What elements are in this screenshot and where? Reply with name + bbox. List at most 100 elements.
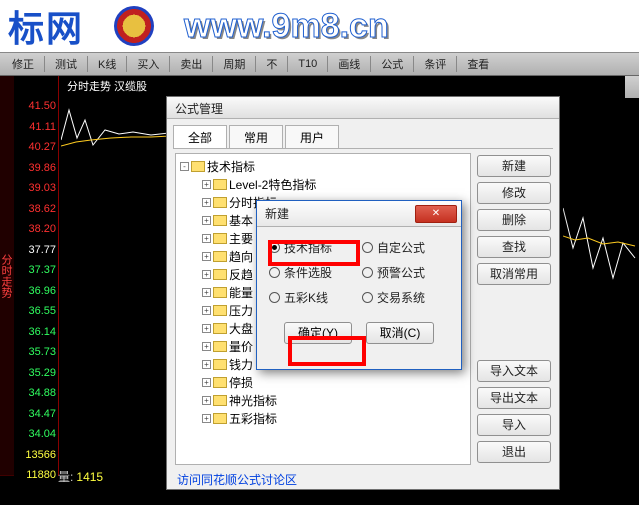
expand-icon[interactable]: + bbox=[202, 342, 211, 351]
toolbar-item[interactable]: K线 bbox=[92, 54, 122, 74]
expand-icon[interactable]: + bbox=[202, 288, 211, 297]
folder-icon bbox=[213, 197, 227, 208]
folder-icon bbox=[213, 269, 227, 280]
tree-item-label[interactable]: 趋向 bbox=[229, 248, 253, 265]
price-value: 41.11 bbox=[14, 117, 58, 138]
tab[interactable]: 常用 bbox=[229, 125, 283, 148]
expand-icon[interactable]: + bbox=[202, 180, 211, 189]
right-sparkline bbox=[563, 188, 639, 308]
collapse-icon[interactable]: - bbox=[180, 162, 189, 171]
expand-icon[interactable]: + bbox=[202, 198, 211, 207]
status-bar: 量: 1415 bbox=[58, 468, 103, 485]
folder-icon bbox=[213, 215, 227, 226]
expand-icon[interactable]: + bbox=[202, 216, 211, 225]
close-button[interactable]: ✕ bbox=[415, 205, 457, 223]
toolbar-item[interactable]: 查看 bbox=[461, 54, 495, 74]
tree-item-label[interactable]: 能量 bbox=[229, 284, 253, 301]
mgr-button[interactable]: 导入 bbox=[477, 414, 551, 436]
left-tabs: 分时走势技术分析公司资讯自选报价综合排名更多… bbox=[0, 76, 14, 476]
expand-icon[interactable]: + bbox=[202, 414, 211, 423]
tree-item-label[interactable]: 压力 bbox=[229, 302, 253, 319]
expand-icon[interactable]: + bbox=[202, 306, 211, 315]
forum-link[interactable]: 访问同花顺公式讨论区 bbox=[177, 473, 297, 487]
folder-icon bbox=[213, 179, 227, 190]
tree-item-label[interactable]: 神光指标 bbox=[229, 392, 277, 409]
toolbar-item[interactable]: 买入 bbox=[131, 54, 165, 74]
mgr-button[interactable]: 退出 bbox=[477, 441, 551, 463]
mgr-button[interactable]: 导入文本 bbox=[477, 360, 551, 382]
price-value: 35.73 bbox=[14, 342, 58, 363]
price-value: 37.77 bbox=[14, 240, 58, 261]
price-value: 36.96 bbox=[14, 281, 58, 302]
price-value: 36.14 bbox=[14, 322, 58, 343]
expand-icon[interactable]: + bbox=[202, 270, 211, 279]
radio-option[interactable]: 交易系统 bbox=[362, 289, 449, 306]
price-value: 37.37 bbox=[14, 260, 58, 281]
tree-item-label[interactable]: 大盘 bbox=[229, 320, 253, 337]
tree-item-label[interactable]: 反趋 bbox=[229, 266, 253, 283]
toolbar-item[interactable]: T10 bbox=[292, 56, 323, 72]
radio-grid: 技术指标 自定公式条件选股 预警公式五彩K线 交易系统 bbox=[257, 227, 461, 314]
tree-item-label[interactable]: 量价 bbox=[229, 338, 253, 355]
radio-option[interactable]: 条件选股 bbox=[269, 264, 356, 281]
folder-icon bbox=[213, 323, 227, 334]
mgr-button[interactable]: 删除 bbox=[477, 209, 551, 231]
toolbar-item[interactable]: 卖出 bbox=[174, 54, 208, 74]
cancel-button[interactable]: 取消(C) bbox=[366, 322, 434, 344]
expand-icon[interactable]: + bbox=[202, 324, 211, 333]
toolbar-item[interactable]: 公式 bbox=[375, 54, 409, 74]
status-value: 1415 bbox=[76, 470, 103, 484]
left-tab[interactable]: 分时走势 bbox=[0, 76, 14, 476]
radio-icon bbox=[362, 267, 373, 278]
tree-item-label[interactable]: Level-2特色指标 bbox=[229, 176, 316, 193]
expand-icon[interactable]: + bbox=[202, 234, 211, 243]
header-url[interactable]: www.9m8.cn bbox=[184, 7, 389, 46]
toolbar-item[interactable]: 测试 bbox=[49, 54, 83, 74]
tree-item-label[interactable]: 五彩指标 bbox=[229, 410, 277, 427]
expand-icon[interactable]: + bbox=[202, 252, 211, 261]
radio-option[interactable]: 自定公式 bbox=[362, 239, 449, 256]
radio-label: 技术指标 bbox=[284, 239, 332, 256]
toolbar-item[interactable]: 条评 bbox=[418, 54, 452, 74]
radio-icon bbox=[269, 267, 280, 278]
radio-label: 预警公式 bbox=[377, 264, 425, 281]
toolbar-item[interactable]: 画线 bbox=[332, 54, 366, 74]
radio-label: 交易系统 bbox=[377, 289, 425, 306]
radio-label: 条件选股 bbox=[284, 264, 332, 281]
expand-icon[interactable]: + bbox=[202, 396, 211, 405]
toolbar-item[interactable]: 周期 bbox=[217, 54, 251, 74]
mgr-button[interactable]: 取消常用 bbox=[477, 263, 551, 285]
tree-item-label[interactable]: 钱力 bbox=[229, 356, 253, 373]
brand-icon bbox=[114, 6, 154, 46]
radio-option[interactable]: 技术指标 bbox=[269, 239, 356, 256]
price-value: 35.29 bbox=[14, 363, 58, 384]
mgr-button[interactable]: 修改 bbox=[477, 182, 551, 204]
toolbar-item[interactable]: 修正 bbox=[6, 54, 40, 74]
price-value: 41.50 bbox=[14, 96, 58, 117]
mgr-button[interactable]: 查找 bbox=[477, 236, 551, 258]
tree-item-label[interactable]: 主要 bbox=[229, 230, 253, 247]
tree-item-label[interactable]: 基本 bbox=[229, 212, 253, 229]
toolbar-item[interactable]: 不 bbox=[260, 54, 283, 74]
ok-button[interactable]: 确定(Y) bbox=[284, 322, 352, 344]
expand-icon[interactable]: + bbox=[202, 378, 211, 387]
folder-icon bbox=[191, 161, 205, 172]
new-dialog-title: 新建 bbox=[265, 205, 415, 222]
radio-option[interactable]: 五彩K线 bbox=[269, 289, 356, 306]
price-value: 13566 bbox=[14, 445, 58, 466]
folder-icon bbox=[213, 377, 227, 388]
radio-option[interactable]: 预警公式 bbox=[362, 264, 449, 281]
price-value: 36.55 bbox=[14, 301, 58, 322]
price-value: 38.62 bbox=[14, 199, 58, 220]
tab[interactable]: 全部 bbox=[173, 125, 227, 148]
sparkline bbox=[61, 100, 171, 170]
mgr-button[interactable]: 导出文本 bbox=[477, 387, 551, 409]
mgr-button[interactable]: 新建 bbox=[477, 155, 551, 177]
expand-icon[interactable]: + bbox=[202, 360, 211, 369]
tab[interactable]: 用户 bbox=[285, 125, 339, 148]
folder-icon bbox=[213, 413, 227, 424]
dialog-title: 公式管理 bbox=[167, 97, 559, 119]
tree-item-label[interactable]: 停损 bbox=[229, 374, 253, 391]
folder-icon bbox=[213, 287, 227, 298]
tree-root-label[interactable]: 技术指标 bbox=[207, 158, 255, 175]
